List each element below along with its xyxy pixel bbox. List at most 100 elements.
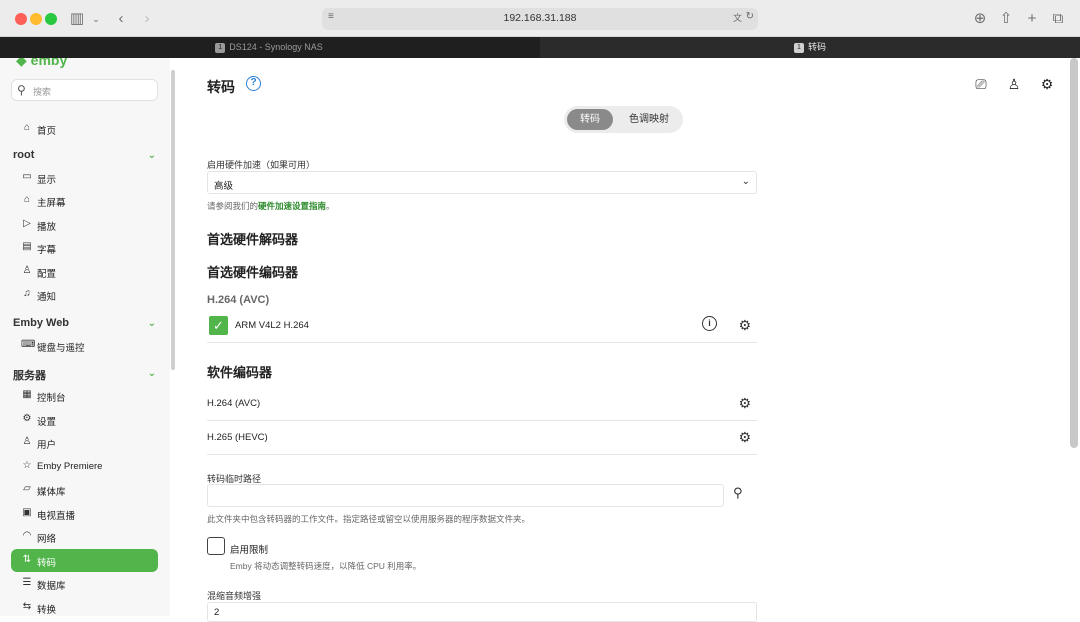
- tab-title: DS124 - Synology NAS: [229, 42, 323, 52]
- segmented-control: 转码 色调映射: [564, 106, 683, 133]
- group-title: Emby Web: [13, 317, 70, 329]
- wifi-icon: ◠: [22, 530, 32, 541]
- sidebar-item-keyboard[interactable]: ⌨ 键盘与遥控: [11, 334, 158, 357]
- close-window-button[interactable]: [15, 13, 27, 25]
- throttle-label: 启用限制: [230, 545, 269, 556]
- temp-path-hint: 此文件夹中包含转码器的工作文件。指定路径或留空以使用服务器的程序数据文件夹。: [207, 514, 531, 524]
- sidebar-item-subtitles[interactable]: ▤ 字幕: [11, 236, 158, 259]
- download-icon[interactable]: ⊕: [972, 9, 988, 29]
- sidebar-item-label: 转换: [37, 605, 57, 616]
- tab-bar: 1 DS124 - Synology NAS 1 转码: [0, 37, 1080, 58]
- new-tab-icon[interactable]: +: [1024, 9, 1040, 29]
- sidebar-item-network[interactable]: ◠ 网络: [11, 525, 158, 548]
- downmix-input[interactable]: 2: [207, 602, 757, 622]
- chevron-down-icon: ⌄: [147, 318, 156, 329]
- group-emby-web[interactable]: Emby Web ⌄: [13, 317, 158, 335]
- hw-accel-hint: 请参阅我们的硬件加速设置指南。: [207, 200, 335, 212]
- sidebar-item-label: Emby Premiere: [37, 461, 103, 472]
- sidebar-item-label: 通知: [37, 292, 57, 303]
- sidebar-item-notifications[interactable]: ♫ 通知: [11, 283, 158, 306]
- sidebar-item-users[interactable]: ♙ 用户: [11, 431, 158, 454]
- sidebar-item-label: 键盘与遥控: [37, 343, 85, 354]
- gear-icon[interactable]: ⚙: [738, 395, 751, 412]
- group-server[interactable]: 服务器 ⌄: [13, 367, 158, 385]
- search-input[interactable]: ⚲ 搜索: [11, 79, 158, 101]
- hint-text: 。: [326, 201, 335, 211]
- sidebar-item-label: 网络: [37, 534, 57, 545]
- sidebar-item-dashboard[interactable]: ▦ 控制台: [11, 384, 158, 407]
- main-scrollbar[interactable]: [1070, 58, 1078, 448]
- address-bar[interactable]: ≡ 192.168.31.188 文 ↻: [322, 8, 758, 30]
- tab-transcode[interactable]: 1 转码: [540, 37, 1080, 58]
- gear-icon[interactable]: ⚙: [738, 317, 751, 334]
- search-icon[interactable]: ⚲: [733, 485, 749, 503]
- sidebar-item-convert[interactable]: ⇆ 转换: [11, 596, 158, 616]
- user-icon[interactable]: ♙: [1005, 75, 1023, 93]
- gear-icon[interactable]: ⚙: [738, 429, 751, 446]
- sidebar-scrollbar[interactable]: [171, 70, 175, 370]
- hw-encoder-checkbox[interactable]: ✓: [209, 316, 228, 335]
- hw-accel-select[interactable]: 高级 ⌄: [207, 171, 757, 194]
- sidebar-item-premiere[interactable]: ☆ Emby Premiere: [11, 455, 158, 478]
- tab-title: 转码: [807, 42, 826, 52]
- throttle-hint: Emby 将动态调整转码速度，以降低 CPU 利用率。: [230, 561, 422, 571]
- sidebar-item-label: 媒体库: [37, 487, 66, 498]
- reload-icon[interactable]: ↻: [746, 11, 754, 22]
- help-icon[interactable]: ?: [246, 76, 261, 91]
- monitor-icon: ▭: [22, 171, 32, 182]
- temp-path-input[interactable]: [207, 484, 724, 507]
- sw-encoder-name: H.265 (HEVC): [207, 432, 268, 443]
- tab-badge: 1: [793, 42, 804, 53]
- sidebar-item-label: 电视直播: [37, 511, 76, 522]
- sidebar-item-settings[interactable]: ⚙ 设置: [11, 408, 158, 431]
- sidebar-toggle-icon[interactable]: ▥: [68, 9, 86, 29]
- chevron-down-icon: ⌄: [147, 150, 156, 161]
- group-root[interactable]: root ⌄: [13, 149, 158, 167]
- gear-icon: ⚙: [22, 413, 32, 424]
- info-icon[interactable]: i: [702, 316, 717, 331]
- sidebar-item-database[interactable]: ☰ 数据库: [11, 572, 158, 595]
- sidebar-item-live-tv[interactable]: ▣ 电视直播: [11, 502, 158, 525]
- sidebar-item-library[interactable]: ▱ 媒体库: [11, 478, 158, 501]
- tab-transcode[interactable]: 转码: [567, 109, 613, 130]
- decoder-heading: 首选硬件解码器: [207, 232, 299, 247]
- group-title: 服务器: [13, 370, 46, 382]
- forward-icon[interactable]: ›: [140, 9, 154, 29]
- minimize-window-button[interactable]: [30, 13, 42, 25]
- sidebar-item-label: 配置: [37, 269, 57, 280]
- subtitles-icon: ▤: [22, 241, 32, 252]
- sidebar-item-home[interactable]: ⌂ 首页: [11, 117, 158, 140]
- sidebar-item-label: 设置: [37, 417, 57, 428]
- tab-tone-mapping[interactable]: 色调映射: [619, 109, 679, 130]
- hw-guide-link[interactable]: 硬件加速设置指南: [258, 201, 326, 211]
- tab-synology[interactable]: 1 DS124 - Synology NAS: [0, 37, 538, 58]
- sidebar-item-home-screen[interactable]: ⌂ 主屏幕: [11, 189, 158, 212]
- sidebar-item-profile[interactable]: ♙ 配置: [11, 260, 158, 283]
- gear-icon[interactable]: ⚙: [1038, 75, 1056, 93]
- tab-overview-icon[interactable]: ⧉: [1050, 9, 1066, 29]
- hw-encoder-name: ARM V4L2 H.264: [235, 320, 309, 331]
- cast-icon[interactable]: ⎚: [972, 75, 990, 93]
- zoom-window-button[interactable]: [45, 13, 57, 25]
- sidebar-item-playback[interactable]: ▷ 播放: [11, 213, 158, 236]
- folder-icon: ▱: [23, 483, 31, 494]
- hw-encoder-row: ✓ ARM V4L2 H.264 i ⚙: [207, 309, 757, 343]
- chevron-down-icon: ⌄: [147, 368, 156, 379]
- sidebar-item-transcode[interactable]: ⇅ 转码: [11, 549, 158, 572]
- share-icon[interactable]: ⇧: [998, 9, 1014, 29]
- search-icon: ⚲: [17, 83, 26, 97]
- sidebar-item-label: 主屏幕: [37, 198, 66, 209]
- users-icon: ♙: [22, 436, 32, 447]
- group-title: root: [13, 149, 35, 161]
- search-placeholder: 搜索: [33, 87, 52, 97]
- back-icon[interactable]: ‹: [114, 9, 128, 29]
- sw-encoder-row: H.264 (AVC) ⚙: [207, 387, 757, 421]
- page-title: 转码: [207, 79, 235, 95]
- chevron-down-icon[interactable]: ⌄: [90, 9, 102, 29]
- tv-icon: ▣: [22, 507, 32, 518]
- sidebar-item-display[interactable]: ▭ 显示: [11, 166, 158, 189]
- emby-logo[interactable]: ◆ emby: [16, 58, 67, 69]
- throttle-checkbox[interactable]: [207, 537, 225, 555]
- convert-icon: ⇆: [22, 601, 32, 612]
- translate-icon[interactable]: 文: [733, 11, 742, 24]
